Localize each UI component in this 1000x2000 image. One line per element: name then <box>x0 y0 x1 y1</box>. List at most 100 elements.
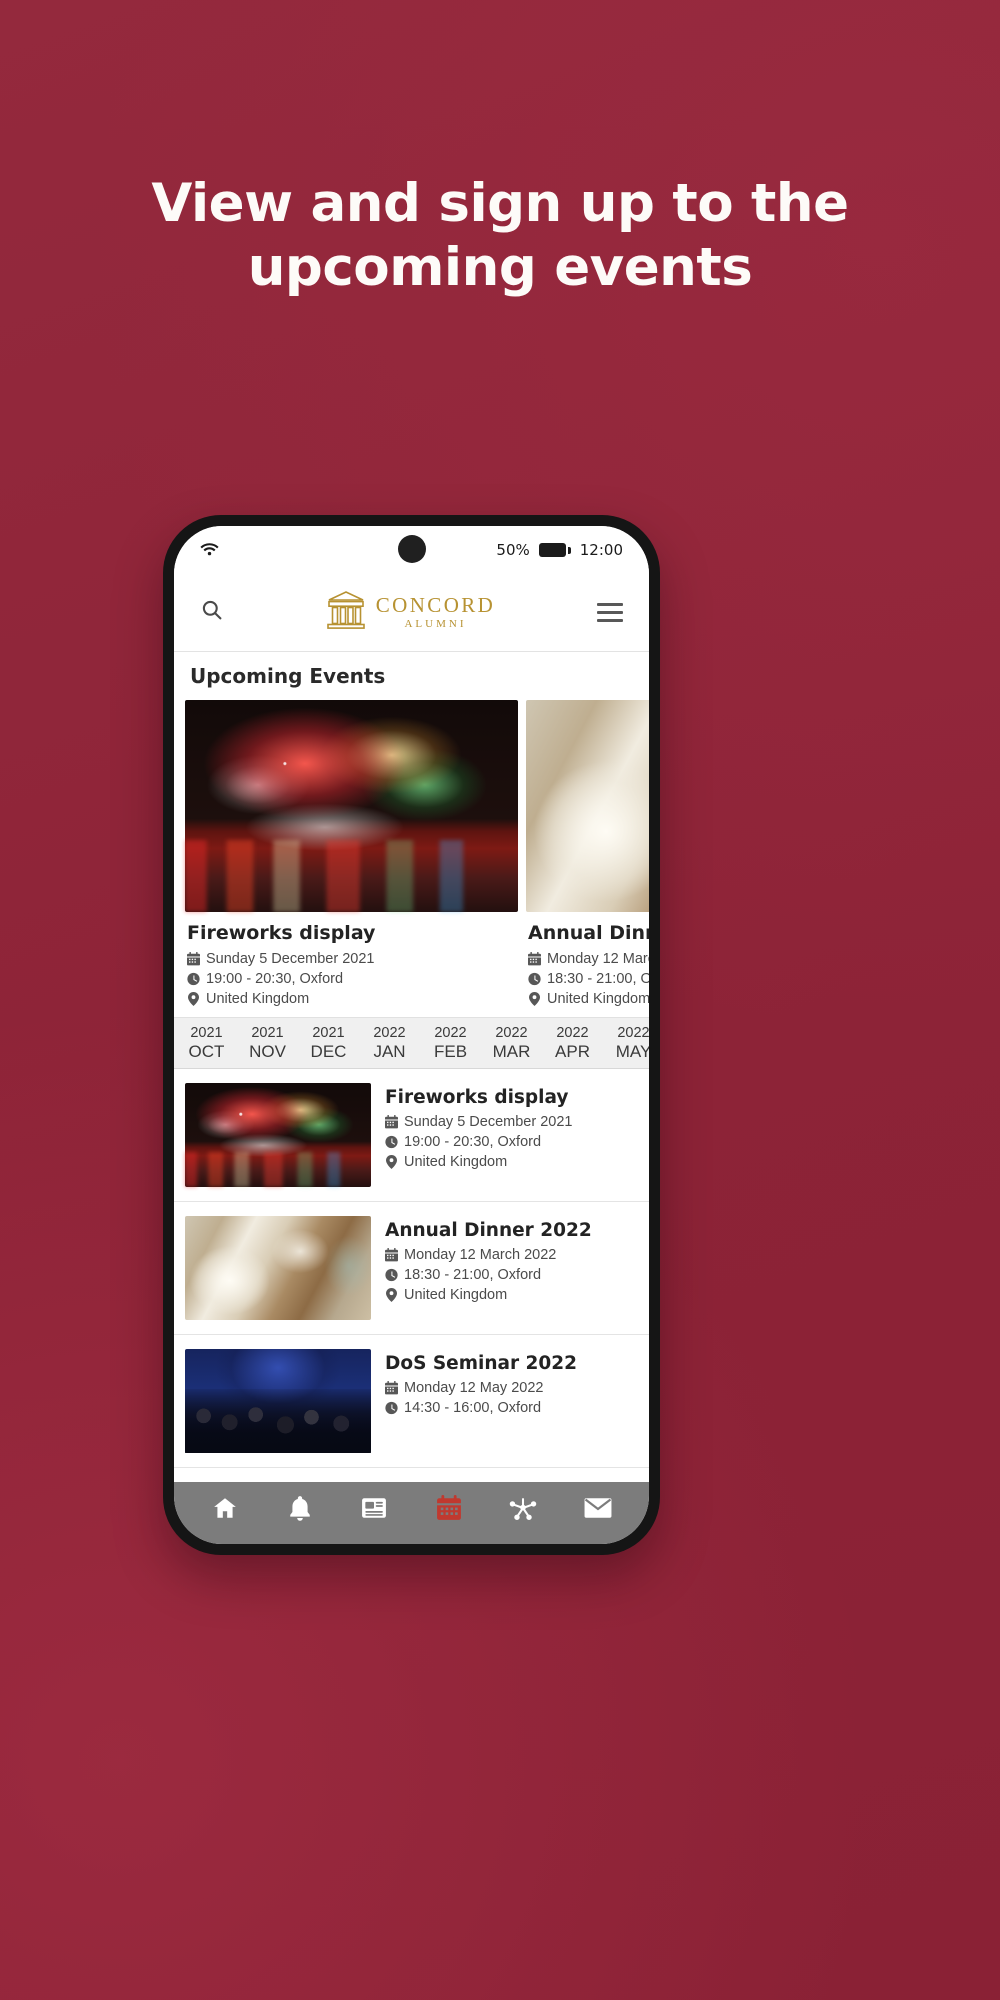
events-carousel[interactable]: Fireworks display Sunday 5 December 2021 <box>174 700 649 1017</box>
carousel-card-location: United Kingdom <box>528 989 649 1009</box>
calendar-icon <box>385 1115 398 1129</box>
event-location: United Kingdom <box>385 1152 572 1172</box>
event-date: Monday 12 March 2022 <box>385 1245 592 1265</box>
month-year-label: 2021 <box>312 1025 345 1042</box>
temple-columns-icon <box>326 589 366 636</box>
calendar-icon <box>436 1494 461 1526</box>
app-header: CONCORD ALUMNI <box>174 574 649 652</box>
carousel-card-date: Monday 12 March 2022 <box>528 949 649 969</box>
month-filter-item[interactable]: 2022 MAY <box>603 1018 649 1068</box>
section-title-upcoming-events: Upcoming Events <box>174 652 649 700</box>
nav-mail-button[interactable] <box>575 1490 621 1530</box>
month-filter-item[interactable]: 2022 MAR <box>481 1018 542 1068</box>
event-thumbnail-fireworks <box>185 1083 371 1187</box>
promo-headline: View and sign up to the upcoming events <box>151 173 849 298</box>
nav-notifications-button[interactable] <box>277 1490 323 1530</box>
events-list: Fireworks display Sunday 5 December 2021 <box>174 1069 649 1482</box>
month-filter-item[interactable]: 2021 DEC <box>298 1018 359 1068</box>
nav-home-button[interactable] <box>202 1490 248 1530</box>
status-bar: 50% 12:00 <box>174 526 649 574</box>
location-pin-icon <box>528 992 541 1006</box>
phone-mockup: 50% 12:00 CONCORD ALUMNI Upcoming Events… <box>163 515 660 1555</box>
carousel-card-title: Fireworks display <box>187 922 376 944</box>
carousel-card-date: Sunday 5 December 2021 <box>187 949 516 969</box>
event-time-text: 19:00 - 20:30, Oxford <box>404 1134 542 1150</box>
clock-icon <box>528 972 541 986</box>
month-year-label: 2022 <box>373 1025 406 1042</box>
month-year-label: 2022 <box>495 1025 528 1042</box>
month-year-label: 2022 <box>617 1025 649 1042</box>
status-bar-right: 50% 12:00 <box>496 541 623 559</box>
carousel-card-date-text: Sunday 5 December 2021 <box>206 951 375 967</box>
carousel-card-time-text: 18:30 - 21:00, Oxford <box>547 971 649 987</box>
bottom-navigation-bar[interactable] <box>174 1482 649 1544</box>
month-name-label: FEB <box>433 1041 468 1061</box>
battery-percent-label: 50% <box>496 541 530 559</box>
phone-screen: 50% 12:00 CONCORD ALUMNI Upcoming Events… <box>174 526 649 1544</box>
month-name-label: JAN <box>373 1041 406 1061</box>
nav-news-button[interactable] <box>351 1490 397 1530</box>
clock-icon <box>385 1401 398 1415</box>
month-filter-strip[interactable]: 2021 OCT 2021 NOV 2021 DEC 2022 JAN 2022 <box>174 1017 649 1069</box>
news-list-icon <box>361 1496 387 1525</box>
event-list-item[interactable]: DoS Seminar 2022 Monday 12 May 2022 14:3… <box>174 1335 649 1468</box>
month-year-label: 2022 <box>556 1025 589 1042</box>
month-year-label: 2021 <box>251 1025 284 1042</box>
event-time-text: 18:30 - 21:00, Oxford <box>404 1267 542 1283</box>
nav-events-button[interactable] <box>426 1490 472 1530</box>
envelope-icon <box>584 1497 612 1524</box>
event-date: Sunday 5 December 2021 <box>385 1112 572 1132</box>
home-icon <box>212 1495 238 1526</box>
front-camera-punchhole <box>397 535 426 563</box>
event-title: Fireworks display <box>385 1087 569 1108</box>
carousel-card-location: United Kingdom <box>187 989 516 1009</box>
event-time-text: 14:30 - 16:00, Oxford <box>404 1400 542 1416</box>
event-date-text: Sunday 5 December 2021 <box>404 1114 573 1130</box>
month-filter-item[interactable]: 2022 JAN <box>359 1018 420 1068</box>
promo-banner: View and sign up to the upcoming events <box>0 0 1000 2000</box>
month-filter-item[interactable]: 2021 OCT <box>176 1018 237 1068</box>
event-image-dinner <box>526 700 649 912</box>
calendar-icon <box>528 952 541 966</box>
clock-icon <box>187 972 200 986</box>
hamburger-menu-icon[interactable] <box>596 603 623 622</box>
event-list-item[interactable]: Annual Dinner 2022 Monday 12 March 2022 <box>174 1202 649 1335</box>
battery-icon <box>538 543 571 557</box>
logo-title: CONCORD <box>375 593 496 617</box>
carousel-card-time: 19:00 - 20:30, Oxford <box>187 969 516 989</box>
location-pin-icon <box>385 1155 398 1169</box>
month-name-label: DEC <box>310 1041 347 1061</box>
share-network-icon <box>509 1495 537 1526</box>
month-name-label: OCT <box>188 1041 225 1061</box>
app-logo[interactable]: CONCORD ALUMNI <box>326 589 495 636</box>
location-pin-icon <box>385 1288 398 1302</box>
bell-icon <box>288 1495 312 1526</box>
nav-network-button[interactable] <box>500 1490 546 1530</box>
month-name-label: MAR <box>492 1041 531 1061</box>
status-bar-clock: 12:00 <box>579 541 623 559</box>
month-year-label: 2021 <box>190 1025 223 1042</box>
clock-icon <box>385 1268 398 1282</box>
status-bar-left <box>200 541 219 560</box>
carousel-card[interactable]: Fireworks display Sunday 5 December 2021 <box>185 700 518 1017</box>
event-title: Annual Dinner 2022 <box>385 1220 592 1241</box>
carousel-card-date-text: Monday 12 March 2022 <box>547 951 649 967</box>
search-icon[interactable] <box>200 598 224 627</box>
month-name-label: APR <box>555 1041 590 1061</box>
event-thumbnail-dinner <box>185 1216 371 1320</box>
month-filter-item[interactable]: 2022 FEB <box>420 1018 481 1068</box>
event-location-text: United Kingdom <box>404 1154 508 1170</box>
event-time: 18:30 - 21:00, Oxford <box>385 1265 592 1285</box>
event-thumbnail-seminar <box>185 1349 371 1453</box>
logo-subtitle: ALUMNI <box>404 618 467 630</box>
carousel-card-time: 18:30 - 21:00, Oxford <box>528 969 649 989</box>
carousel-card[interactable]: Annual Dinner 2022 Monday 12 March 2022 <box>526 700 649 1017</box>
month-filter-item[interactable]: 2022 APR <box>542 1018 603 1068</box>
month-filter-item[interactable]: 2021 NOV <box>237 1018 298 1068</box>
event-date-text: Monday 12 March 2022 <box>404 1247 557 1263</box>
month-year-label: 2022 <box>434 1025 467 1042</box>
calendar-icon <box>385 1381 398 1395</box>
event-image-fireworks <box>185 700 518 912</box>
clock-icon <box>385 1135 398 1149</box>
event-list-item[interactable]: Fireworks display Sunday 5 December 2021 <box>174 1069 649 1202</box>
